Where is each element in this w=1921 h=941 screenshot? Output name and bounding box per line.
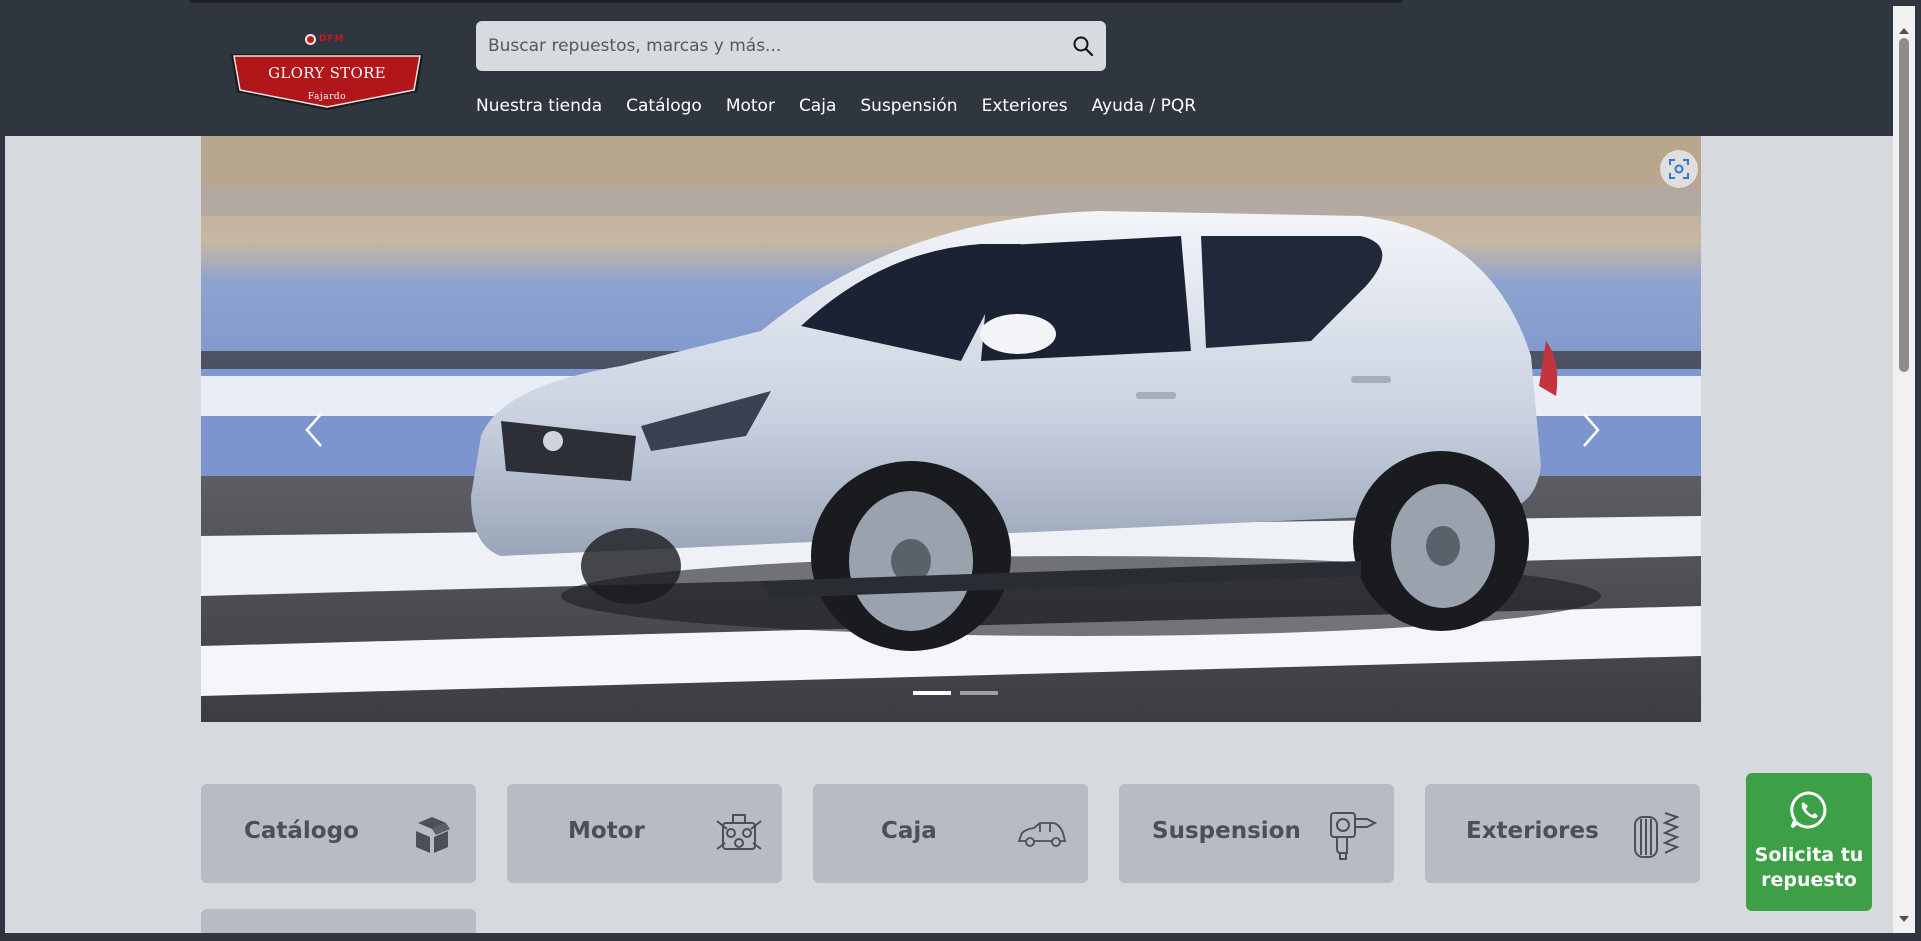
whatsapp-icon	[1790, 791, 1827, 829]
nav-item-ayuda[interactable]: Ayuda / PQR	[1092, 93, 1197, 119]
dfm-emblem: DFM	[305, 32, 353, 46]
glory-store-logo[interactable]: DFM GLORY STORE Fajardo	[227, 32, 427, 116]
whatsapp-label: Solicita tu repuesto	[1754, 844, 1864, 891]
car-icon	[1017, 822, 1067, 847]
category-card-catalogo[interactable]: Catálogo	[201, 784, 476, 883]
search-icon[interactable]	[1072, 35, 1094, 57]
page: DFM GLORY STORE Fajardo Nuestra tienda C…	[5, 6, 1898, 933]
logo-subtitle: Fajardo	[307, 92, 347, 102]
category-label: Catálogo	[244, 818, 359, 844]
logo-name: GLORY STORE	[268, 64, 386, 82]
main-nav: Nuestra tienda Catálogo Motor Caja Suspe…	[476, 93, 1220, 119]
category-card-exteriores[interactable]: Exteriores	[1425, 784, 1700, 883]
carousel-indicator[interactable]	[913, 691, 951, 695]
zoom-image-button[interactable]	[1660, 150, 1698, 188]
category-card-suspension[interactable]: Suspension	[1119, 784, 1394, 883]
search-bar	[476, 21, 1106, 71]
scrollbar-thumb[interactable]	[1899, 38, 1909, 372]
category-card-caja[interactable]: Caja	[813, 784, 1088, 883]
carousel-indicators	[913, 691, 998, 697]
nav-item-suspension[interactable]: Suspensión	[860, 93, 957, 119]
category-label: Exteriores	[1466, 818, 1599, 844]
scan-icon	[1669, 159, 1689, 179]
carousel-prev-arrow-icon[interactable]	[301, 408, 331, 452]
nav-item-nuestra-tienda[interactable]: Nuestra tienda	[476, 93, 602, 119]
category-card-motor[interactable]: Motor	[507, 784, 782, 883]
vertical-scrollbar[interactable]	[1893, 6, 1915, 933]
site-header: DFM GLORY STORE Fajardo Nuestra tienda C…	[5, 6, 1898, 136]
hero-carousel	[201, 136, 1701, 722]
nav-item-motor[interactable]: Motor	[726, 93, 775, 119]
drill-icon	[1330, 812, 1377, 860]
category-card-partial[interactable]	[201, 909, 476, 933]
category-label: Motor	[568, 818, 645, 844]
category-label: Suspension	[1152, 818, 1301, 844]
carousel-next-arrow-icon[interactable]	[1574, 408, 1604, 452]
category-label: Caja	[881, 818, 937, 844]
scroll-up-arrow-icon[interactable]	[1898, 26, 1910, 36]
engine-icon	[716, 814, 762, 850]
scroll-down-arrow-icon[interactable]	[1898, 914, 1910, 924]
nav-item-caja[interactable]: Caja	[799, 93, 836, 119]
search-input[interactable]	[476, 21, 1056, 71]
tire-icon	[1634, 812, 1680, 858]
carousel-indicator[interactable]	[960, 691, 998, 695]
suv-slide-image	[201, 136, 1701, 722]
browser-top-strip	[190, 0, 1402, 3]
nav-item-exteriores[interactable]: Exteriores	[982, 93, 1068, 119]
whatsapp-request-button[interactable]: Solicita tu repuesto	[1746, 773, 1872, 911]
boxes-icon	[416, 817, 450, 853]
nav-item-catalogo[interactable]: Catálogo	[626, 93, 702, 119]
